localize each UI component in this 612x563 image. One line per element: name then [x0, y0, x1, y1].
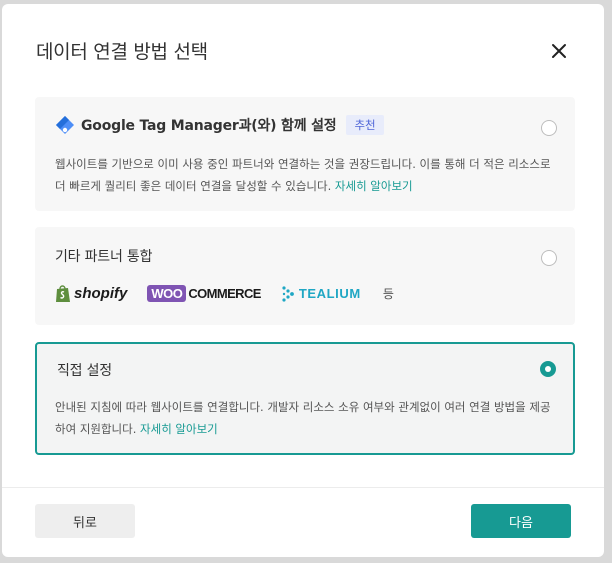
learn-more-link[interactable]: 자세히 알아보기: [140, 422, 218, 436]
woo-wordmark: WOO: [147, 285, 187, 302]
learn-more-link[interactable]: 자세히 알아보기: [335, 179, 413, 193]
close-icon[interactable]: [548, 40, 570, 62]
tealium-wordmark: TEALIUM: [298, 286, 361, 301]
tealium-mark-icon: [282, 285, 294, 302]
connection-method-modal: 데이터 연결 방법 선택 Google Tag Manager과(와) 함께 설…: [2, 4, 604, 557]
option-card-gtm[interactable]: Google Tag Manager과(와) 함께 설정 추천 웹사이트를 기반…: [35, 97, 575, 211]
google-tag-manager-icon: [56, 116, 74, 134]
woocommerce-logo: WOO COMMERCE: [147, 285, 261, 302]
option-title: Google Tag Manager과(와) 함께 설정: [81, 118, 337, 134]
option-description: 웹사이트를 기반으로 이미 사용 중인 파트너와 연결하는 것을 권장드립니다.…: [55, 153, 560, 197]
option-radio-partners[interactable]: [541, 250, 557, 266]
tealium-logo: TEALIUM: [282, 285, 361, 303]
shopify-wordmark: shopify: [74, 285, 128, 302]
modal-title: 데이터 연결 방법 선택: [36, 41, 208, 63]
footer-divider: [2, 487, 604, 488]
partner-logos: shopify WOO COMMERCE TEALIUM 등: [55, 284, 394, 303]
option-radio-gtm[interactable]: [541, 120, 557, 136]
option-card-manual[interactable]: 직접 설정 안내된 지침에 따라 웹사이트를 연결합니다. 개발자 리소스 소유…: [35, 342, 575, 455]
option-title: 기타 파트너 통합: [55, 249, 153, 265]
commerce-wordmark: COMMERCE: [188, 286, 261, 301]
option-title: 직접 설정: [57, 363, 112, 379]
shopify-logo: shopify: [55, 284, 127, 303]
option-description: 안내된 지침에 따라 웹사이트를 연결합니다. 개발자 리소스 소유 여부와 관…: [55, 396, 560, 440]
option-header: 기타 파트너 통합: [55, 246, 152, 266]
description-text: 안내된 지침에 따라 웹사이트를 연결합니다. 개발자 리소스 소유 여부와 관…: [55, 400, 551, 436]
recommended-badge: 추천: [346, 115, 384, 135]
option-header: Google Tag Manager과(와) 함께 설정 추천: [55, 115, 384, 135]
description-text: 웹사이트를 기반으로 이미 사용 중인 파트너와 연결하는 것을 권장드립니다.…: [55, 157, 551, 193]
etc-label: 등: [382, 287, 394, 301]
option-radio-manual-selected[interactable]: [540, 361, 556, 377]
shopify-bag-icon: [56, 285, 70, 302]
option-card-partners[interactable]: 기타 파트너 통합 shopify WOO COMMERCE TEALIUM 등: [35, 227, 575, 325]
option-header: 직접 설정: [57, 360, 112, 380]
next-button[interactable]: 다음: [471, 504, 571, 538]
back-button[interactable]: 뒤로: [35, 504, 135, 538]
